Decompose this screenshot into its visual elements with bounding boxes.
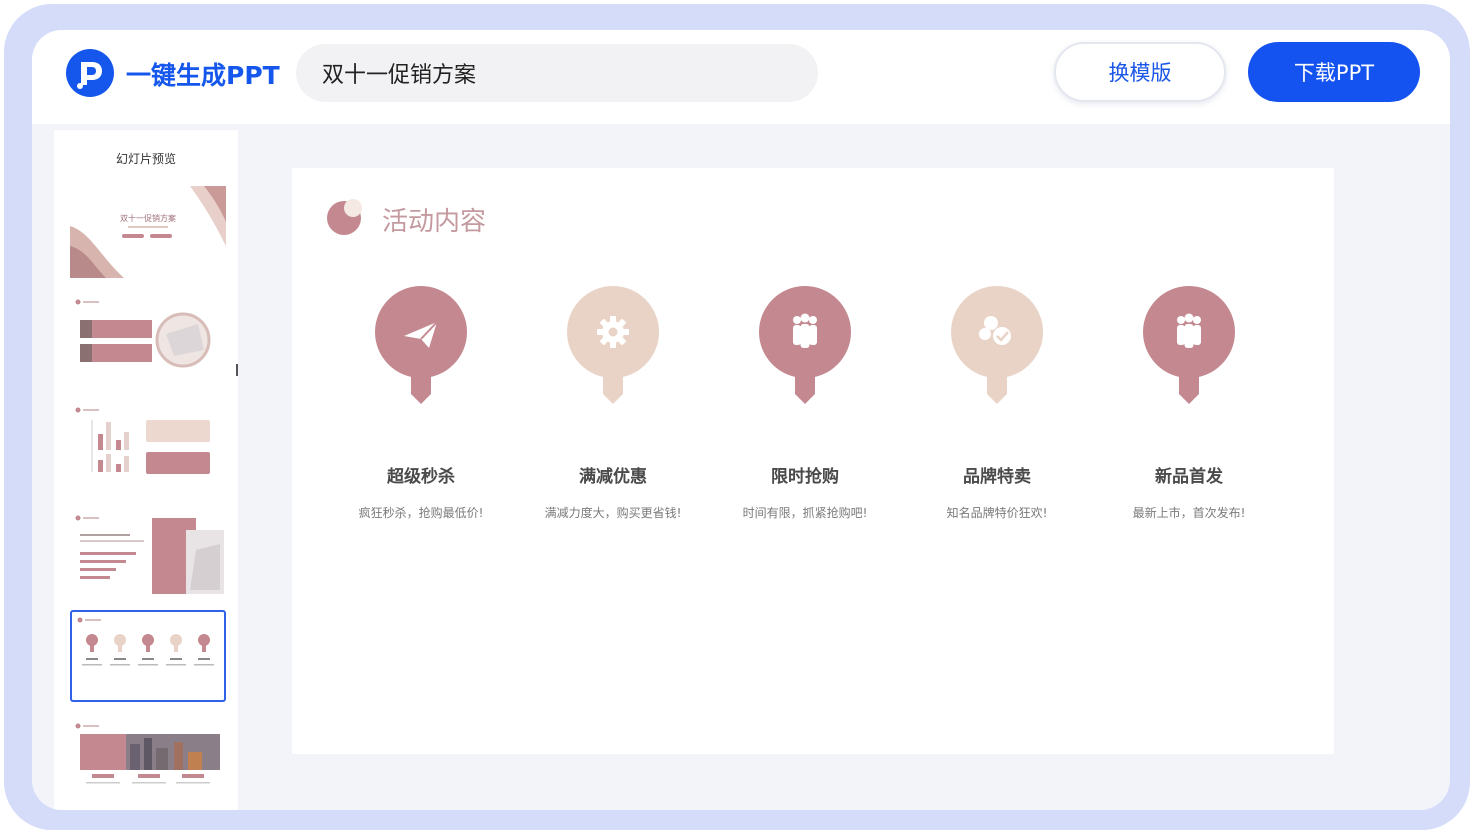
map-pin-gear-icon <box>567 286 659 404</box>
sidebar-title: 幻灯片预览 <box>115 152 176 166</box>
slide-thumbnail-4[interactable] <box>70 510 226 602</box>
activity-item-desc: 满减力度大，购买更省钱! <box>544 506 682 520</box>
slide-thumbnail-1[interactable]: 双十一促销方案 <box>70 186 226 278</box>
slide-thumbnail-6[interactable] <box>70 718 226 810</box>
map-pin-coins-icon <box>951 286 1043 404</box>
app-window: 一键生成PPT 换模版 下载PPT 幻灯片预览 双十一促销方案 <box>32 30 1450 810</box>
slide-heading: 活动内容 <box>382 207 487 237</box>
activity-item-desc: 时间有限，抓紧抢购吧! <box>742 506 868 520</box>
activity-item-title: 新品首发 <box>1155 467 1223 487</box>
top-header: 一键生成PPT 换模版 下载PPT <box>32 30 1450 124</box>
slide-thumbnail-5[interactable] <box>70 610 226 702</box>
map-pin-people-icon <box>1143 286 1235 404</box>
activity-item-title: 品牌特卖 <box>963 467 1031 487</box>
thumbnail-cover-title: 双十一促销方案 <box>120 214 176 223</box>
app-title: 一键生成PPT <box>126 61 280 90</box>
activity-item-title: 满减优惠 <box>579 467 647 487</box>
slide-preview-sidebar: 幻灯片预览 双十一促销方案 <box>54 130 238 810</box>
activity-item-desc: 最新上市，首次发布! <box>1132 506 1246 520</box>
map-pin-paper-plane-icon <box>375 286 467 404</box>
sidebar-resize-handle[interactable] <box>236 364 238 376</box>
slide-thumbnail-3[interactable] <box>70 402 226 494</box>
p-logo-icon <box>66 49 114 97</box>
app-frame: 一键生成PPT 换模版 下载PPT 幻灯片预览 双十一促销方案 <box>4 4 1470 830</box>
change-template-button[interactable]: 换模版 <box>1054 42 1226 102</box>
slide-canvas[interactable]: 活动内容 超级秒杀 疯狂秒杀，抢购最低价! 满减优惠 满减力度大，购买更省钱! … <box>292 168 1334 754</box>
activity-item-desc: 疯狂秒杀，抢购最低价! <box>358 506 484 520</box>
download-ppt-button[interactable]: 下载PPT <box>1248 42 1420 102</box>
heading-circle-icon <box>327 199 362 235</box>
activity-item-desc: 知名品牌特价狂欢! <box>946 506 1048 520</box>
slide-thumbnail-2[interactable] <box>70 294 226 386</box>
activity-item-title: 超级秒杀 <box>387 467 455 487</box>
map-pin-people-icon <box>759 286 851 404</box>
activity-item-title: 限时抢购 <box>771 467 839 487</box>
doc-title-input[interactable] <box>296 44 818 102</box>
